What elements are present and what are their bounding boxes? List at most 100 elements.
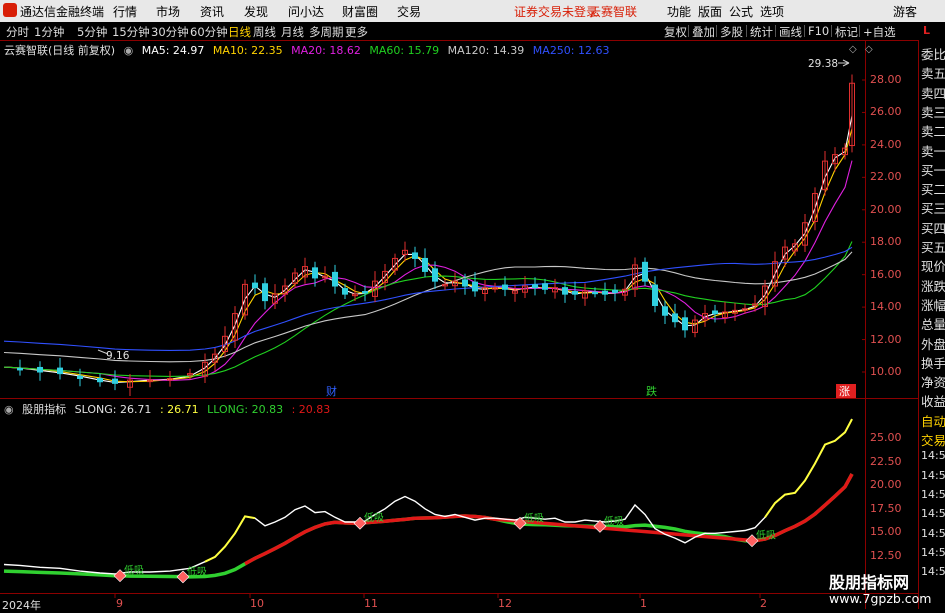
candle-body <box>532 284 538 289</box>
candle-body <box>682 317 688 331</box>
sidebar-item: 外盘 <box>921 336 945 352</box>
candle-body <box>472 281 478 292</box>
sidebar-item: 14:56 <box>921 545 945 559</box>
sidebar-item: 14:56 <box>921 507 945 521</box>
candle-body <box>412 252 418 259</box>
sidebar-item: 收益 <box>921 394 945 410</box>
xaxis-nov: 11 <box>364 597 378 610</box>
y-tick-sub: 22.50 <box>870 454 902 468</box>
candle-body <box>262 283 268 302</box>
xaxis-year: 2024年 <box>2 599 41 612</box>
xaxis-oct: 10 <box>250 597 264 610</box>
sidebar-item: 14:56 <box>921 449 945 463</box>
y-tick-sub: 12.50 <box>870 549 902 562</box>
level-badge[interactable]: L <box>920 23 945 39</box>
sidebar-item: 换手 <box>921 355 945 371</box>
signal-label: 低吸 <box>187 565 207 578</box>
sidebar-item: 14:56 <box>921 468 945 482</box>
event-financial[interactable]: 财 <box>326 384 337 398</box>
slong-up-line <box>204 515 256 563</box>
candle-body <box>592 291 598 295</box>
candle-body <box>662 306 668 316</box>
candle-body <box>37 366 43 373</box>
candle-body <box>77 375 83 379</box>
y-tick-sub: 25.00 <box>870 431 902 444</box>
candle-body <box>462 279 468 287</box>
sidebar-item[interactable]: 自动 <box>921 411 945 430</box>
candle-body <box>652 284 658 306</box>
sidebar-item: 卖五 <box>921 66 945 82</box>
watermark: 股朋指标网 www.7gpzb.com <box>825 567 931 609</box>
sidebar-item: 卖一 <box>921 143 945 159</box>
y-tick-sub: 15.00 <box>870 525 902 539</box>
watermark-title: 股朋指标网 <box>829 573 910 592</box>
candle-body <box>602 290 608 295</box>
candle-body <box>712 310 718 315</box>
candle-body <box>502 284 508 290</box>
candle-body <box>362 291 368 294</box>
y-tick-main: 12.00 <box>870 332 902 346</box>
sidebar-item: 买一 <box>921 162 945 178</box>
candle-body <box>342 288 348 295</box>
signal-label: 低吸 <box>124 564 144 577</box>
ma-line <box>3 115 853 384</box>
sidebar-item: 14:56 <box>921 526 945 540</box>
xaxis-jan: 1 <box>640 597 647 610</box>
candle-body <box>642 261 648 282</box>
candle-body <box>112 378 118 384</box>
xaxis-feb: 2 <box>760 597 767 610</box>
sidebar-item: 卖二 <box>921 124 945 140</box>
event-rise[interactable]: 涨 <box>839 385 850 398</box>
candle-body <box>252 282 258 289</box>
candle-body <box>422 257 428 272</box>
ma-line <box>3 128 853 383</box>
signal-label: 低吸 <box>524 511 544 524</box>
y-tick-main: 10.00 <box>870 365 902 378</box>
signal-label: 低吸 <box>756 529 776 542</box>
right-sidebar: L 委比 卖五 卖四 卖三 卖二 卖一 买一 买二 买三 买四 买五 现价 涨跌 涨幅 总量 外盘 换手 净资 收益… <box>918 24 945 609</box>
signal-label: 低吸 <box>364 511 384 524</box>
xaxis-dec: 12 <box>498 597 512 610</box>
sidebar-item: 卖四 <box>921 85 945 101</box>
kline-chart[interactable]: 低吸低吸 低吸 低吸低吸低吸 29.38 9.16 财 跌 涨 ◇ ◇ <box>0 0 918 609</box>
y-tick-main: 14.00 <box>870 300 902 314</box>
candle-body <box>672 313 678 323</box>
sidebar-item: 卖三 <box>921 104 945 120</box>
y-tick-main: 22.00 <box>870 170 902 184</box>
sidebar-item[interactable]: 交易 <box>921 430 945 449</box>
sidebar-item: 买二 <box>921 182 945 198</box>
y-tick-sub: 17.50 <box>870 501 902 515</box>
y-tick-main: 28.00 <box>870 73 902 86</box>
xaxis-sep: 9 <box>116 597 123 610</box>
sidebar-item: 买三 <box>921 201 945 217</box>
y-tick-main: 20.00 <box>870 202 902 216</box>
candle-body <box>432 268 438 282</box>
candle-body <box>57 367 63 375</box>
event-drop[interactable]: 跌 <box>646 384 657 398</box>
candle-body <box>612 289 618 294</box>
y-tick-main: 26.00 <box>870 105 902 119</box>
sidebar-item: 净资 <box>921 375 945 391</box>
sidebar-item: 买四 <box>921 220 945 236</box>
sidebar-item: 14:56 <box>921 565 945 579</box>
diamond-icon[interactable]: ◇ <box>849 44 857 55</box>
y-tick-main: 18.00 <box>870 235 902 249</box>
sidebar-item: 总量 <box>921 317 945 333</box>
low-price-label: 9.16 <box>106 350 130 362</box>
collapse-icon[interactable]: ◇ <box>865 44 873 55</box>
candle-body <box>312 267 318 279</box>
sidebar-item: 涨幅 <box>921 297 945 313</box>
slong-line <box>3 418 853 575</box>
sidebar-item: 14:56 <box>921 487 945 501</box>
y-tick-main: 16.00 <box>870 267 902 281</box>
candle-body <box>97 377 103 383</box>
y-tick-sub: 20.00 <box>870 478 902 492</box>
slong-up-line <box>764 418 853 518</box>
candle-body <box>562 287 568 295</box>
candle-body <box>17 367 23 371</box>
signal-label: 低吸 <box>604 514 624 527</box>
watermark-url: www.7gpzb.com <box>829 591 932 606</box>
y-tick-main: 24.00 <box>870 137 902 151</box>
sidebar-item: 委比 <box>921 47 945 62</box>
candle-body <box>542 283 548 290</box>
